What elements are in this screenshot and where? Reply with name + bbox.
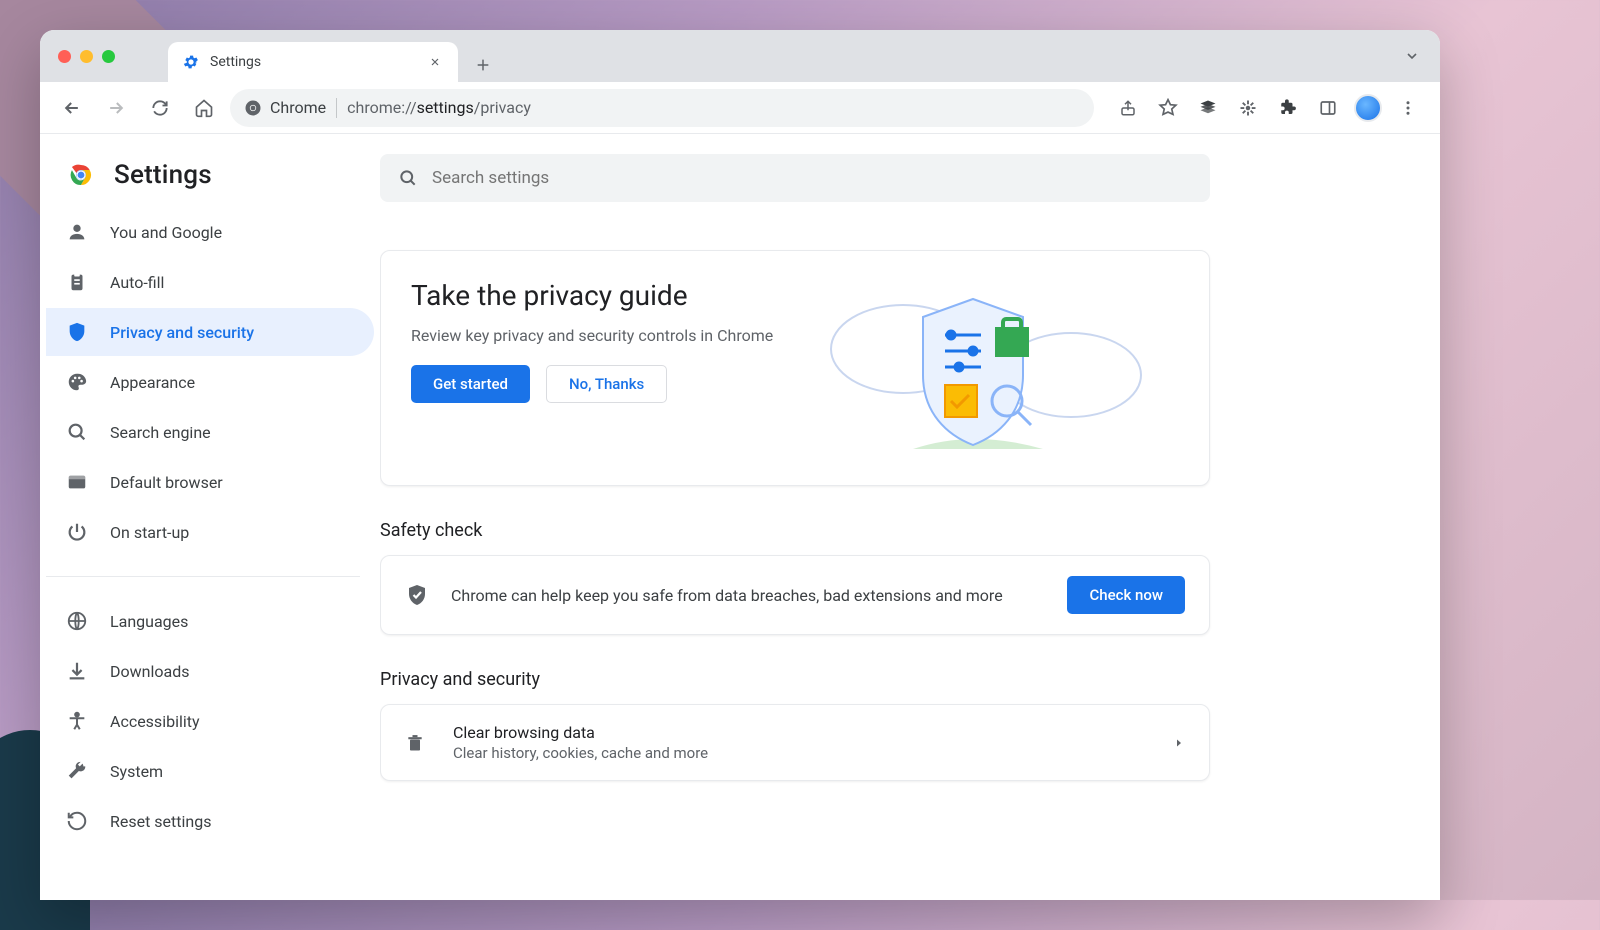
site-chip-label: Chrome: [270, 98, 326, 117]
tab-title: Settings: [210, 54, 416, 70]
wrench-icon: [66, 760, 88, 782]
tab-close-button[interactable]: [426, 53, 444, 71]
sidebar-item-autofill[interactable]: Auto-fill: [46, 258, 374, 306]
settings-search-input[interactable]: [432, 168, 1192, 188]
search-icon: [398, 168, 418, 188]
sidebar-item-label: Auto-fill: [110, 273, 164, 292]
safety-check-heading: Safety check: [380, 520, 1210, 541]
sidebar-item-privacy-security[interactable]: Privacy and security: [46, 308, 374, 356]
gear-icon: [182, 53, 200, 71]
sidebar-item-languages[interactable]: Languages: [46, 597, 374, 645]
sidebar-item-label: Default browser: [110, 473, 223, 492]
browser-icon: [66, 471, 88, 493]
row-subtitle: Clear history, cookies, cache and more: [453, 744, 1147, 762]
sidebar-item-reset-settings[interactable]: Reset settings: [46, 797, 374, 845]
sidebar-item-label: Search engine: [110, 423, 211, 442]
globe-icon: [66, 610, 88, 632]
back-button[interactable]: [54, 90, 90, 126]
check-now-button[interactable]: Check now: [1067, 576, 1185, 614]
clipboard-icon: [66, 271, 88, 293]
url-text: chrome://settings/privacy: [347, 98, 531, 117]
extension-buffer-icon[interactable]: [1190, 90, 1226, 126]
home-button[interactable]: [186, 90, 222, 126]
browser-toolbar: Chrome chrome://settings/privacy: [40, 82, 1440, 134]
privacy-guide-illustration: [793, 279, 1153, 459]
settings-main: Take the privacy guide Review key privac…: [380, 134, 1440, 900]
sidebar-item-label: Privacy and security: [110, 323, 254, 342]
clear-browsing-data-row[interactable]: Clear browsing data Clear history, cooki…: [381, 705, 1209, 780]
sidebar-item-label: You and Google: [110, 223, 222, 242]
row-title: Clear browsing data: [453, 723, 1147, 742]
extensions-button[interactable]: [1270, 90, 1306, 126]
sidebar-item-label: Reset settings: [110, 812, 211, 831]
tab-strip: Settings: [40, 30, 1440, 82]
sidebar-item-you-and-google[interactable]: You and Google: [46, 208, 374, 256]
settings-sidebar: Settings You and Google Auto-fill Privac…: [40, 134, 380, 900]
browser-tab[interactable]: Settings: [168, 42, 458, 82]
profile-avatar[interactable]: [1350, 90, 1386, 126]
chevron-right-icon: [1173, 737, 1185, 749]
privacy-guide-subtitle: Review key privacy and security controls…: [411, 326, 773, 345]
sidebar-item-on-startup[interactable]: On start-up: [46, 508, 374, 556]
sidebar-item-label: Languages: [110, 612, 188, 631]
sidebar-item-accessibility[interactable]: Accessibility: [46, 697, 374, 745]
trash-icon: [405, 733, 427, 753]
sidebar-item-system[interactable]: System: [46, 747, 374, 795]
chrome-icon: [244, 99, 262, 117]
palette-icon: [66, 371, 88, 393]
settings-search[interactable]: [380, 154, 1210, 202]
sidebar-item-default-browser[interactable]: Default browser: [46, 458, 374, 506]
privacy-security-card: Clear browsing data Clear history, cooki…: [380, 704, 1210, 781]
download-icon: [66, 660, 88, 682]
window-controls: [58, 50, 115, 63]
settings-page: Settings You and Google Auto-fill Privac…: [40, 134, 1440, 900]
sidebar-item-label: System: [110, 762, 163, 781]
page-title: Settings: [114, 160, 212, 190]
accessibility-icon: [66, 710, 88, 732]
divider: [46, 576, 360, 577]
sidebar-item-search-engine[interactable]: Search engine: [46, 408, 374, 456]
window-minimize-button[interactable]: [80, 50, 93, 63]
forward-button[interactable]: [98, 90, 134, 126]
extension-loom-icon[interactable]: [1230, 90, 1266, 126]
side-panel-button[interactable]: [1310, 90, 1346, 126]
shield-icon: [66, 321, 88, 343]
bookmark-button[interactable]: [1150, 90, 1186, 126]
power-icon: [66, 521, 88, 543]
privacy-guide-card: Take the privacy guide Review key privac…: [380, 250, 1210, 486]
sidebar-item-label: Downloads: [110, 662, 189, 681]
sidebar-item-label: Accessibility: [110, 712, 200, 731]
sidebar-item-label: Appearance: [110, 373, 195, 392]
settings-header: Settings: [46, 140, 380, 198]
reload-button[interactable]: [142, 90, 178, 126]
toolbar-actions: [1110, 90, 1426, 126]
safety-check-card: Chrome can help keep you safe from data …: [380, 555, 1210, 635]
separator: [336, 98, 337, 118]
browser-window: Settings Chrome: [40, 30, 1440, 900]
share-button[interactable]: [1110, 90, 1146, 126]
shield-check-icon: [405, 583, 429, 607]
site-chip: Chrome: [244, 98, 326, 117]
tab-list-button[interactable]: [1404, 48, 1420, 64]
get-started-button[interactable]: Get started: [411, 365, 530, 403]
menu-button[interactable]: [1390, 90, 1426, 126]
window-maximize-button[interactable]: [102, 50, 115, 63]
window-close-button[interactable]: [58, 50, 71, 63]
sidebar-item-downloads[interactable]: Downloads: [46, 647, 374, 695]
no-thanks-button[interactable]: No, Thanks: [546, 365, 667, 403]
new-tab-button[interactable]: [466, 48, 500, 82]
safety-check-text: Chrome can help keep you safe from data …: [451, 586, 1045, 605]
search-icon: [66, 421, 88, 443]
privacy-guide-title: Take the privacy guide: [411, 279, 773, 312]
sidebar-item-appearance[interactable]: Appearance: [46, 358, 374, 406]
person-icon: [66, 221, 88, 243]
chrome-logo-icon: [66, 160, 96, 190]
privacy-security-heading: Privacy and security: [380, 669, 1210, 690]
reset-icon: [66, 810, 88, 832]
address-bar[interactable]: Chrome chrome://settings/privacy: [230, 89, 1094, 127]
sidebar-item-label: On start-up: [110, 523, 189, 542]
